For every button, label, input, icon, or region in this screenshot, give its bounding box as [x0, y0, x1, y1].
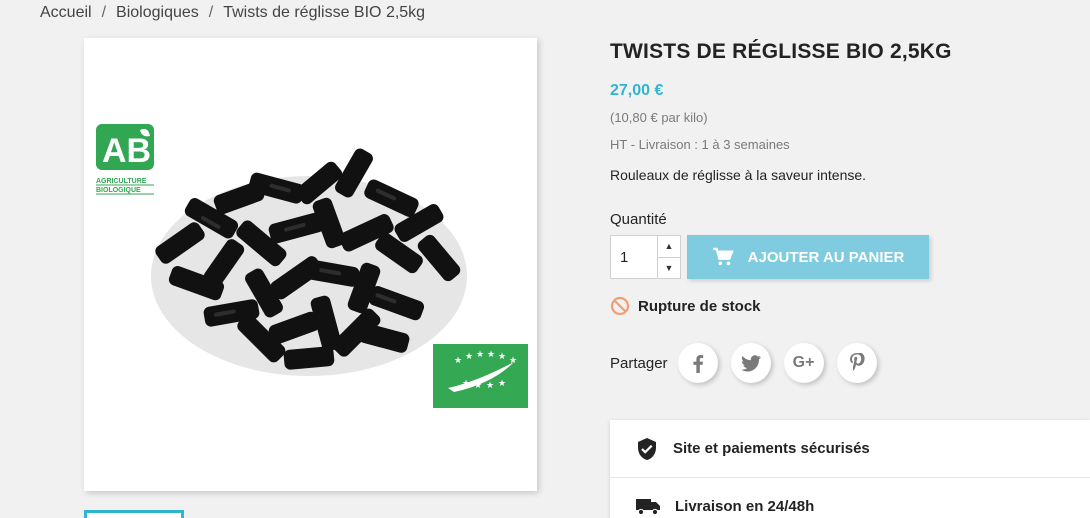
svg-text:★: ★: [454, 356, 462, 366]
facebook-share-button[interactable]: [677, 343, 718, 383]
cart-icon: [712, 247, 734, 266]
svg-text:AGRICULTURE: AGRICULTURE: [96, 178, 147, 185]
stock-status-label: Rupture de stock: [638, 297, 761, 315]
chevron-up-icon: ▲: [664, 241, 674, 252]
truck-icon: [636, 499, 660, 516]
svg-text:★: ★: [465, 352, 473, 362]
quantity-stepper: ▲ ▼: [610, 235, 681, 279]
breadcrumb-separator: /: [208, 4, 214, 21]
facebook-icon: [693, 355, 703, 373]
svg-text:★: ★: [498, 352, 506, 362]
svg-text:BIOLOGIQUE: BIOLOGIQUE: [96, 187, 141, 194]
add-to-cart-button[interactable]: AJOUTER AU PANIER: [687, 235, 929, 279]
licorice-pile: [151, 148, 467, 376]
google-plus-share-button[interactable]: G+: [783, 343, 824, 383]
pinterest-share-button[interactable]: [836, 343, 877, 383]
decrement-button[interactable]: ▼: [658, 258, 680, 279]
breadcrumb-current: Twists de réglisse BIO 2,5kg: [223, 4, 426, 21]
breadcrumb-separator: /: [101, 4, 107, 21]
product-price: 27,00 €: [610, 82, 664, 99]
breadcrumb-home[interactable]: Accueil: [40, 4, 92, 22]
quantity-arrows: ▲ ▼: [657, 236, 680, 278]
chevron-down-icon: ▼: [664, 262, 674, 273]
product-photo: AB AGRICULTURE BIOLOGIQUE ★★★ ★★★ ★★★ ★: [96, 124, 528, 408]
twitter-share-button[interactable]: [730, 343, 771, 383]
google-plus-icon: G+: [792, 354, 815, 371]
svg-text:★: ★: [498, 379, 506, 389]
quantity-input[interactable]: [611, 236, 657, 278]
product-description: Rouleaux de réglisse à la saveur intense…: [610, 167, 867, 183]
eu-organic-logo: ★★★ ★★★ ★★★ ★: [433, 344, 528, 408]
reassurance-item-delivery: Livraison en 24/48h: [610, 477, 1090, 518]
breadcrumb-category[interactable]: Biologiques: [116, 4, 199, 22]
unavailable-icon: [610, 296, 630, 316]
pinterest-icon: [849, 353, 865, 371]
unit-price: (10,80 € par kilo): [610, 110, 708, 125]
breadcrumb: Accueil / Biologiques / Twists de réglis…: [40, 4, 425, 22]
svg-text:★: ★: [486, 381, 494, 391]
share-label: Partager: [610, 354, 668, 372]
svg-text:★: ★: [487, 350, 495, 360]
svg-text:★: ★: [476, 350, 484, 360]
add-to-cart-label: AJOUTER AU PANIER: [747, 248, 905, 266]
svg-text:AB: AB: [102, 132, 151, 170]
product-title: TWISTS DE RÉGLISSE BIO 2,5KG: [610, 40, 952, 63]
tax-delivery-info: HT - Livraison : 1 à 3 semaines: [610, 137, 790, 152]
share-section: Partager G+: [610, 343, 890, 383]
reassurance-label: Livraison en 24/48h: [675, 497, 815, 515]
twitter-icon: [740, 354, 761, 371]
product-thumbnail[interactable]: [84, 510, 184, 518]
ab-logo: AB AGRICULTURE BIOLOGIQUE: [96, 124, 154, 195]
quantity-label: Quantité: [610, 211, 667, 228]
increment-button[interactable]: ▲: [658, 236, 680, 258]
reassurance-item-secure: Site et paiements sécurisés: [610, 420, 1090, 477]
stock-status: Rupture de stock: [610, 296, 761, 316]
reassurance-block: Site et paiements sécurisés Livraison en…: [610, 420, 1090, 518]
reassurance-label: Site et paiements sécurisés: [673, 440, 870, 457]
shield-check-icon: [638, 437, 656, 460]
product-image[interactable]: AB AGRICULTURE BIOLOGIQUE ★★★ ★★★ ★★★ ★: [84, 38, 537, 491]
